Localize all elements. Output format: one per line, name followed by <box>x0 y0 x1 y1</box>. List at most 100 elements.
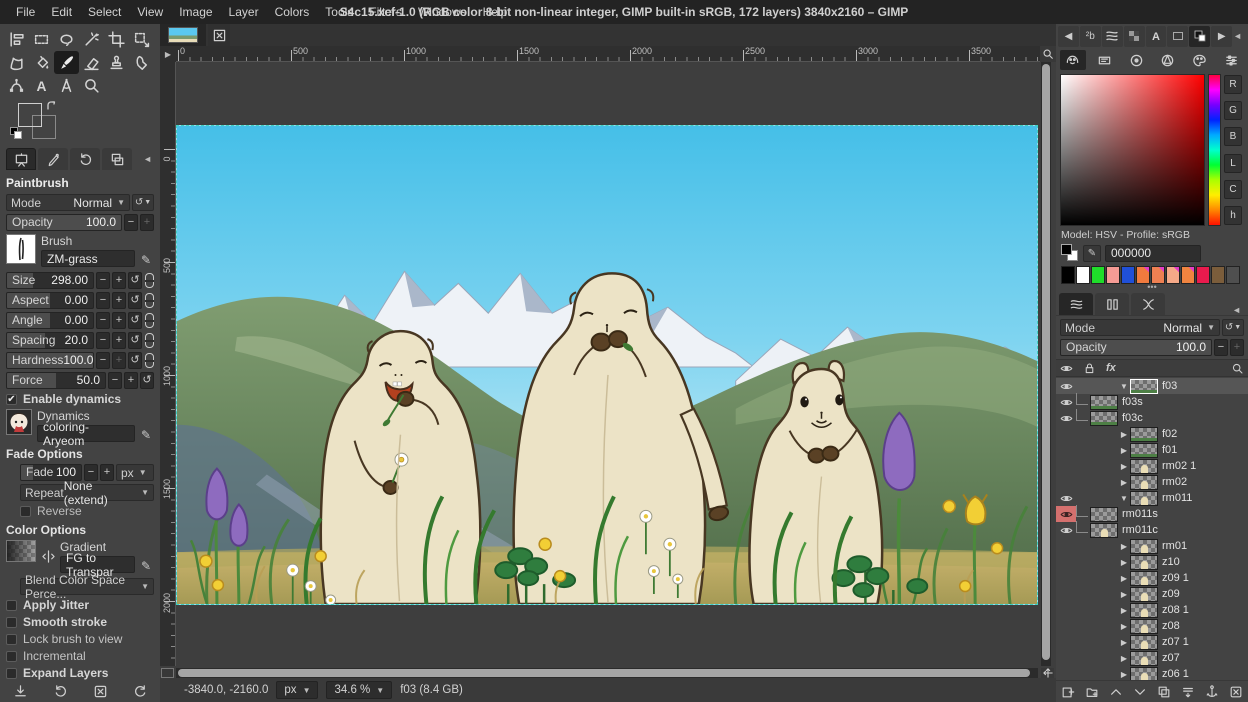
history-swatch[interactable] <box>1211 266 1225 284</box>
horizontal-ruler[interactable]: 0 500 1000 1500 2000 2500 3000 3500 <box>176 46 1040 62</box>
history-swatch[interactable] <box>1166 266 1180 284</box>
angle-increase-button[interactable]: + <box>112 312 126 329</box>
layer-row[interactable]: ▼ f03 <box>1056 378 1248 394</box>
raise-layer-button[interactable] <box>1109 685 1123 699</box>
channel-b-button[interactable]: B <box>1224 127 1242 146</box>
spacing-increase-button[interactable]: + <box>112 332 126 349</box>
expander-closed-icon[interactable]: ▶ <box>1118 670 1130 679</box>
tab-paths[interactable] <box>1131 293 1165 315</box>
incremental-checkbox[interactable] <box>6 651 17 662</box>
dynamics-name-field[interactable]: coloring-Aryeom <box>37 425 135 442</box>
history-swatch[interactable] <box>1181 266 1195 284</box>
text-tool-icon[interactable]: A <box>29 74 54 97</box>
unit-combo[interactable]: px ▼ <box>276 681 318 699</box>
smooth-stroke-checkbox[interactable] <box>6 617 17 628</box>
visibility-eye-off[interactable] <box>1056 538 1076 554</box>
horizontal-scrollbar-thumb[interactable] <box>178 669 1030 677</box>
size-slider[interactable]: Size298.00 <box>6 272 94 289</box>
layer-row[interactable]: ▶ z08 1 <box>1056 602 1248 618</box>
mini-fg-bg-widget[interactable] <box>1061 244 1079 262</box>
reverse-checkbox[interactable] <box>20 506 31 517</box>
aspect-link-icon[interactable] <box>145 293 154 308</box>
channel-g-button[interactable]: G <box>1224 101 1242 120</box>
history-swatch[interactable] <box>1196 266 1210 284</box>
visibility-column-eye-icon[interactable] <box>1060 362 1073 375</box>
visibility-eye-icon[interactable] <box>1056 410 1076 426</box>
selector-scales-icon[interactable] <box>1218 50 1244 70</box>
hardness-decrease-button[interactable]: − <box>96 352 110 369</box>
force-increase-button[interactable]: + <box>124 372 138 389</box>
aspect-reset-button[interactable]: ↺ <box>128 292 142 309</box>
selector-palette-icon[interactable] <box>1187 50 1213 70</box>
visibility-eye-off[interactable] <box>1056 442 1076 458</box>
history-swatch[interactable] <box>1106 266 1120 284</box>
expander-closed-icon[interactable]: ▶ <box>1118 558 1130 567</box>
selector-watercolor-icon[interactable] <box>1123 50 1149 70</box>
visibility-eye-icon[interactable] <box>1056 394 1076 410</box>
smudge-tool-icon[interactable] <box>129 51 154 74</box>
layer-row[interactable]: ▶ f01 <box>1056 442 1248 458</box>
layer-row[interactable]: ▶ rm02 1 <box>1056 458 1248 474</box>
zoom-tool-icon[interactable] <box>79 74 104 97</box>
flip-gradient-icon[interactable] <box>41 540 55 573</box>
spacing-reset-button[interactable]: ↺ <box>128 332 142 349</box>
delete-layer-button[interactable] <box>1229 685 1243 699</box>
spacing-decrease-button[interactable]: − <box>96 332 110 349</box>
spacing-link-icon[interactable] <box>145 333 154 348</box>
visibility-eye-icon-highlighted[interactable] <box>1056 506 1076 522</box>
hex-input[interactable]: 000000 <box>1105 245 1201 262</box>
saturation-value-square[interactable] <box>1060 74 1205 226</box>
visibility-eye-off[interactable] <box>1056 602 1076 618</box>
selector-wheel-icon[interactable] <box>1155 50 1181 70</box>
menu-select[interactable]: Select <box>80 0 129 24</box>
menu-layer[interactable]: Layer <box>221 0 267 24</box>
expander-closed-icon[interactable]: ▶ <box>1118 638 1130 647</box>
hue-strip[interactable] <box>1208 74 1221 226</box>
dock-tab-gradients[interactable] <box>1167 26 1188 47</box>
expander-closed-icon[interactable]: ▶ <box>1118 574 1130 583</box>
layer-row[interactable]: f03s <box>1056 394 1248 410</box>
zoom-combo[interactable]: 34.6 % ▼ <box>326 681 392 699</box>
visibility-eye-off[interactable] <box>1056 650 1076 666</box>
brush-thumbnail[interactable] <box>6 234 36 264</box>
channel-c-button[interactable]: C <box>1224 180 1242 199</box>
size-increase-button[interactable]: + <box>112 272 126 289</box>
history-swatch[interactable] <box>1061 266 1075 284</box>
expander-closed-icon[interactable]: ▶ <box>1118 622 1130 631</box>
color-edit-icon[interactable]: ✎ <box>1083 245 1101 262</box>
tab-device-status[interactable] <box>38 148 68 170</box>
clone-tool-icon[interactable] <box>104 51 129 74</box>
layers-list[interactable]: ▼ f03 f03s f03c ▶ f02 <box>1056 377 1248 680</box>
visibility-eye-off[interactable] <box>1056 458 1076 474</box>
dynamics-thumbnail[interactable] <box>6 409 32 435</box>
tab-images[interactable] <box>102 148 132 170</box>
layer-opacity-decrease-button[interactable]: − <box>1214 339 1228 356</box>
horizontal-scrollbar[interactable] <box>176 668 1038 678</box>
zoom-follow-window-button[interactable] <box>1040 46 1056 62</box>
expander-closed-icon[interactable]: ▶ <box>1118 430 1130 439</box>
tab-tool-options[interactable] <box>6 148 36 170</box>
visibility-eye-icon[interactable] <box>1056 378 1076 394</box>
visibility-eye-icon[interactable] <box>1056 522 1076 538</box>
opacity-slider[interactable]: Opacity100.0 <box>6 214 122 231</box>
duplicate-layer-button[interactable] <box>1157 685 1171 699</box>
hardness-link-icon[interactable] <box>145 353 154 368</box>
dock-tab-patterns[interactable] <box>1124 26 1145 47</box>
hardness-reset-button[interactable]: ↺ <box>128 352 142 369</box>
dock-tab-tool-presets[interactable]: ²b <box>1080 26 1101 47</box>
hardness-increase-button[interactable]: + <box>112 352 126 369</box>
expander-open-icon[interactable]: ▼ <box>1118 494 1130 503</box>
canvas-image[interactable] <box>176 125 1038 605</box>
layer-row[interactable]: rm011c <box>1056 522 1248 538</box>
layer-row[interactable]: f03c <box>1056 410 1248 426</box>
repeat-combo[interactable]: Repeat None (extend) ▼ <box>20 484 154 501</box>
size-reset-button[interactable]: ↺ <box>128 272 142 289</box>
layer-row[interactable]: ▶ z06 1 <box>1056 666 1248 680</box>
expander-closed-icon[interactable]: ▶ <box>1118 654 1130 663</box>
channel-r-button[interactable]: R <box>1224 75 1242 94</box>
visibility-eye-off[interactable] <box>1056 426 1076 442</box>
layer-row[interactable]: ▶ z10 <box>1056 554 1248 570</box>
tab-layers[interactable] <box>1059 293 1093 315</box>
tab-undo-history[interactable] <box>70 148 100 170</box>
layer-row[interactable]: ▶ z07 <box>1056 650 1248 666</box>
